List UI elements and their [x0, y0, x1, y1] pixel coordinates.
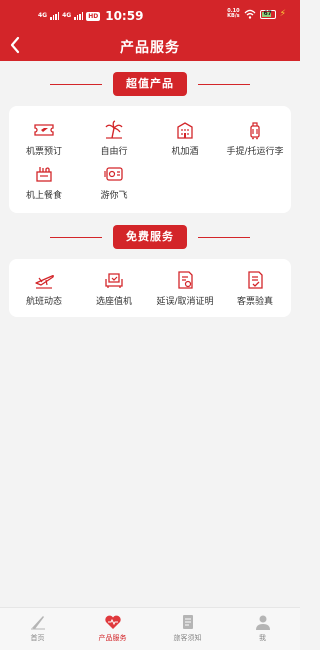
page-title: 产品服务 [120, 40, 180, 56]
divider-left [50, 84, 102, 85]
luggage-icon [250, 122, 260, 140]
free-travel-item[interactable]: 自由行 [79, 120, 149, 157]
delay-certificate-item[interactable]: 延误/取消证明 [150, 270, 220, 307]
inflight-meal-label: 机上餐食 [25, 191, 62, 201]
free-travel-label: 自由行 [100, 147, 128, 157]
delay-certificate-label: 延误/取消证明 [156, 297, 214, 307]
verify-icon [248, 271, 263, 289]
tab-products-label: 产品服务 [98, 634, 127, 642]
flight-booking-label: 机票预订 [25, 147, 62, 157]
baggage-label: 手提/托运行李 [226, 147, 284, 157]
travel-pass-icon [104, 167, 123, 181]
wifi-icon [244, 9, 256, 19]
ticket-verify-label: 客票验真 [236, 297, 273, 307]
seat-checkin-label: 选座值机 [95, 297, 132, 307]
tab-products[interactable]: 产品服务 [75, 614, 150, 643]
flight-booking-item[interactable]: 机票预订 [9, 120, 79, 157]
free-section-title: 免费服务 [113, 225, 187, 249]
status-bar: 4G 4G HD 10:59 0.10 KB/s 67 ⚡ [0, 0, 300, 30]
travel-pass-label: 游你飞 [100, 191, 128, 201]
travel-pass-item[interactable]: 游你飞 [79, 164, 149, 201]
premium-section-title: 超值产品 [113, 72, 187, 96]
ticket-verify-item[interactable]: 客票验真 [220, 270, 290, 307]
network-1-label: 4G [38, 12, 48, 19]
meal-icon [36, 167, 52, 182]
status-right: 0.10 KB/s 67 ⚡ [227, 9, 286, 20]
battery-icon: 67 [259, 9, 276, 19]
hd-badge: HD [86, 11, 101, 21]
premium-products-card: 机票预订 自由行 机加酒 手提/托运行李 机上餐食 游你飞 [9, 106, 291, 213]
notice-icon [182, 615, 193, 629]
network-speed: 0.10 KB/s [227, 9, 240, 19]
palm-tree-icon [105, 120, 123, 139]
status-left: 4G 4G HD 10:59 [38, 9, 143, 23]
divider-right [198, 84, 250, 85]
inflight-meal-item[interactable]: 机上餐食 [9, 164, 79, 201]
bottom-tab-bar: 首页 产品服务 旅客须知 我 [0, 607, 300, 650]
baggage-item[interactable]: 手提/托运行李 [220, 120, 290, 157]
network-2-label: 4G [62, 12, 72, 19]
signal-2-icon [74, 12, 84, 20]
tab-home[interactable]: 首页 [0, 614, 75, 643]
tab-notice[interactable]: 旅客须知 [150, 614, 225, 643]
seat-icon [105, 273, 123, 288]
tab-notice-label: 旅客须知 [173, 634, 202, 642]
free-section-header: 免费服务 [0, 225, 300, 249]
divider-right [198, 237, 250, 238]
tab-me[interactable]: 我 [225, 614, 300, 643]
user-icon [255, 615, 270, 630]
nav-bar: 产品服务 [0, 30, 300, 61]
charging-icon: ⚡ [279, 9, 286, 19]
premium-section-header: 超值产品 [0, 72, 300, 96]
flight-status-label: 航班动态 [25, 297, 62, 307]
free-services-card: 航班动态 选座值机 延误/取消证明 客票验真 [9, 259, 291, 317]
seat-checkin-item[interactable]: 选座值机 [79, 270, 149, 307]
signal-1-icon [50, 12, 60, 20]
heart-icon [104, 615, 121, 629]
speed-unit: KB/s [227, 13, 240, 19]
app-header: 4G 4G HD 10:59 0.10 KB/s 67 ⚡ 产品服务 [0, 0, 300, 61]
divider-left [50, 237, 102, 238]
home-plane-icon [30, 616, 45, 630]
tab-home-label: 首页 [30, 634, 45, 642]
plane-icon [35, 275, 54, 289]
flight-hotel-label: 机加酒 [171, 147, 199, 157]
ticket-icon [34, 124, 54, 136]
hotel-icon [177, 122, 193, 139]
battery-level: 67 [263, 9, 272, 17]
status-time: 10:59 [105, 9, 144, 23]
flight-hotel-item[interactable]: 机加酒 [150, 120, 220, 157]
flight-status-item[interactable]: 航班动态 [9, 270, 79, 307]
tab-me-label: 我 [259, 634, 266, 642]
certificate-icon [178, 271, 193, 289]
